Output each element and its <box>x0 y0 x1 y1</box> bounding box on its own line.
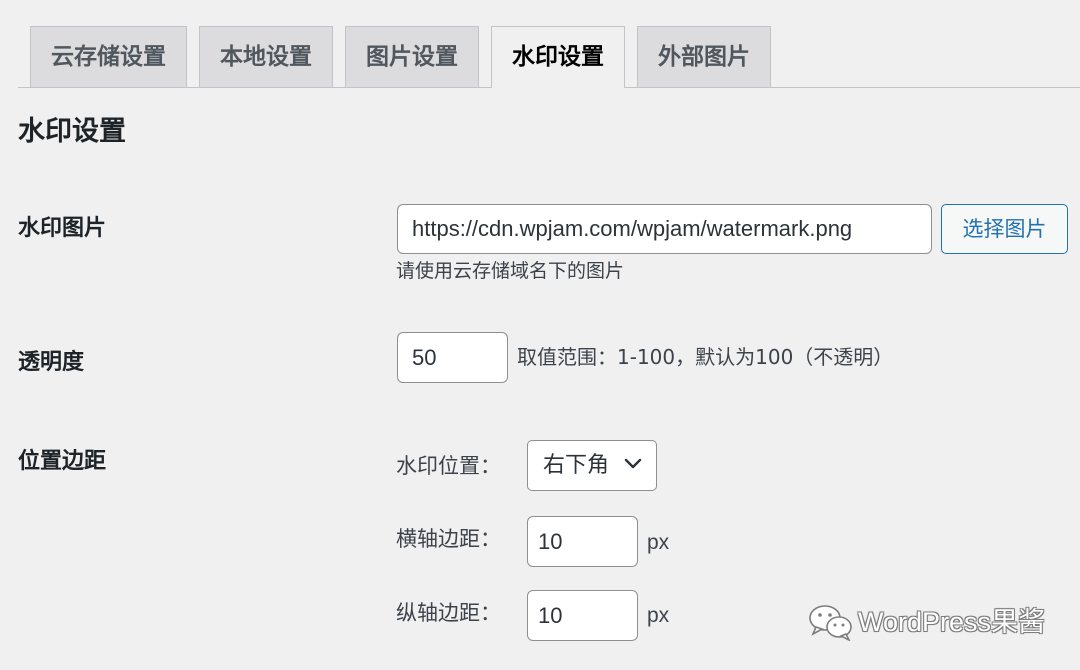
x-margin-unit: px <box>647 531 670 554</box>
watermark-text: WordPress果酱 <box>858 607 1046 637</box>
opacity-label: 透明度 <box>18 350 85 375</box>
y-margin-input[interactable] <box>527 590 638 641</box>
watermark-image-label: 水印图片 <box>18 216 107 241</box>
x-margin-label: 横轴边距： <box>396 527 501 551</box>
tab-external-images[interactable]: 外部图片 <box>637 26 771 87</box>
watermark-image-url-input[interactable] <box>397 204 932 254</box>
y-margin-unit: px <box>647 604 670 627</box>
chevron-down-icon <box>624 458 642 469</box>
tab-watermark-settings[interactable]: 水印设置 <box>491 26 625 88</box>
wechat-icon <box>809 605 852 641</box>
settings-tabs: 云存储设置 本地设置 图片设置 水印设置 外部图片 <box>0 0 1080 88</box>
section-title: 水印设置 <box>18 116 126 147</box>
position-margin-label: 位置边距 <box>18 449 107 474</box>
x-margin-input[interactable] <box>527 516 638 567</box>
opacity-input[interactable] <box>397 332 508 383</box>
watermark-position-label: 水印位置： <box>396 454 501 478</box>
tab-image-settings[interactable]: 图片设置 <box>345 26 479 87</box>
y-margin-label: 纵轴边距： <box>396 601 501 625</box>
watermark-position-select[interactable]: 右下角 <box>527 440 657 491</box>
watermark-image-description: 请使用云存储域名下的图片 <box>396 260 625 282</box>
watermark-position-value: 右下角 <box>543 453 610 478</box>
tab-local-settings[interactable]: 本地设置 <box>199 26 333 87</box>
tab-cloud-storage[interactable]: 云存储设置 <box>30 26 187 87</box>
opacity-description: 取值范围：1-100，默认为100（不透明） <box>517 345 894 369</box>
watermark-overlay: WordPress果酱 <box>808 601 1058 645</box>
select-image-button[interactable]: 选择图片 <box>941 204 1068 254</box>
